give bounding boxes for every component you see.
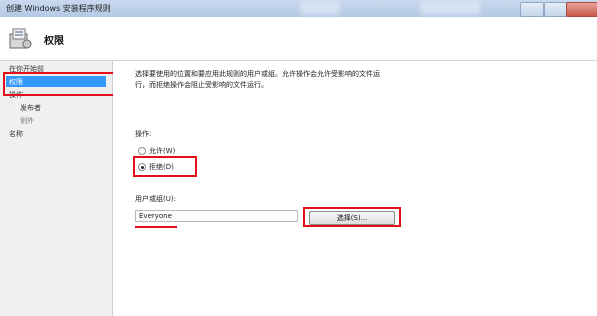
highlight-underline-everyone [135,226,177,228]
highlight-box-select-button [303,207,401,227]
highlight-box-permissions [3,72,115,96]
main-content: 选择要使用的位置和要应用此规则的用户或组。允许操作会允许受影响的文件运 行，而拒… [113,61,597,316]
radio-button-unchecked[interactable] [138,147,146,155]
page-title: 权限 [44,36,64,47]
description-line: 选择要使用的位置和要应用此规则的用户或组。允许操作会允许受影响的文件运 [135,70,380,78]
minimize-button[interactable] [520,2,544,17]
description-text: 选择要使用的位置和要应用此规则的用户或组。允许操作会允许受影响的文件运 行，而拒… [135,69,435,91]
wizard-sidebar: 在你开始前 权限 操作 发布者 例外 名称 [0,61,113,316]
action-group-label: 操作: [135,130,152,138]
rule-wizard-window: 创建 Windows 安装程序规则 权限 在你开始前 权限 操作 发布者 例外 … [0,0,597,316]
allow-radio-label: 允许(W) [149,147,176,155]
title-bar-background [420,1,480,15]
allow-radio[interactable]: 允许(W) [138,146,175,156]
window-title: 创建 Windows 安装程序规则 [6,4,111,13]
maximize-button[interactable] [544,2,568,17]
close-button[interactable] [566,2,597,17]
sidebar-item-publisher[interactable]: 发布者 [20,103,41,113]
sidebar-item-name[interactable]: 名称 [9,129,23,139]
description-line: 行，而拒绝操作会阻止受影响的文件运行。 [135,81,268,89]
user-group-field[interactable]: Everyone [135,210,298,222]
highlight-box-deny [133,156,197,177]
page-header: 权限 [0,17,597,61]
user-group-label: 用户或组(U): [135,195,176,203]
title-bar: 创建 Windows 安装程序规则 [0,0,597,18]
title-bar-background [300,1,340,15]
installer-rule-icon [9,28,32,49]
sidebar-item-exceptions[interactable]: 例外 [20,116,34,126]
